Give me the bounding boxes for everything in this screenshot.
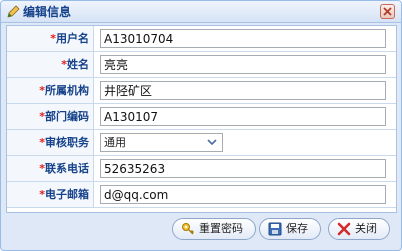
organization-label: *所属机构 xyxy=(7,78,94,103)
dialog-footer: 重置密码 保存 关闭 xyxy=(6,214,397,247)
dialog-title: 编辑信息 xyxy=(23,5,72,19)
row-organization: *所属机构 xyxy=(7,78,396,104)
row-name: *姓名 xyxy=(7,52,396,78)
edit-info-dialog: 编辑信息 *用户名 *姓名 *所属机构 *部门编码 *审核职务 通用 xyxy=(0,0,402,251)
reset-password-button[interactable]: 重置密码 xyxy=(172,218,256,240)
row-review-position: *审核职务 通用 xyxy=(7,130,396,156)
close-icon[interactable] xyxy=(380,4,395,19)
phone-field[interactable] xyxy=(100,159,386,178)
close-x-icon xyxy=(337,222,351,236)
close-button[interactable]: 关闭 xyxy=(328,218,390,240)
row-phone: *联系电话 xyxy=(7,156,396,182)
email-label: *电子邮箱 xyxy=(7,182,94,207)
name-field[interactable] xyxy=(100,55,386,74)
chevron-down-icon[interactable] xyxy=(204,136,220,149)
form-panel: *用户名 *姓名 *所属机构 *部门编码 *审核职务 通用 xyxy=(6,25,397,213)
row-email: *电子邮箱 xyxy=(7,182,396,208)
row-username: *用户名 xyxy=(7,26,396,52)
edit-pencil-icon xyxy=(7,5,20,18)
organization-field[interactable] xyxy=(100,81,386,100)
username-label: *用户名 xyxy=(7,26,94,51)
save-button[interactable]: 保存 xyxy=(259,218,321,240)
email-field[interactable] xyxy=(100,185,386,204)
dialog-titlebar[interactable]: 编辑信息 xyxy=(1,1,401,23)
review-position-label: *审核职务 xyxy=(7,130,94,155)
username-field[interactable] xyxy=(100,29,386,48)
phone-label: *联系电话 xyxy=(7,156,94,181)
review-position-select[interactable]: 通用 xyxy=(100,133,223,152)
key-icon xyxy=(181,222,195,236)
department-code-field[interactable] xyxy=(100,107,386,126)
review-position-value: 通用 xyxy=(104,136,126,149)
row-department-code: *部门编码 xyxy=(7,104,396,130)
department-code-label: *部门编码 xyxy=(7,104,94,129)
name-label: *姓名 xyxy=(7,52,94,77)
save-icon xyxy=(268,222,282,236)
